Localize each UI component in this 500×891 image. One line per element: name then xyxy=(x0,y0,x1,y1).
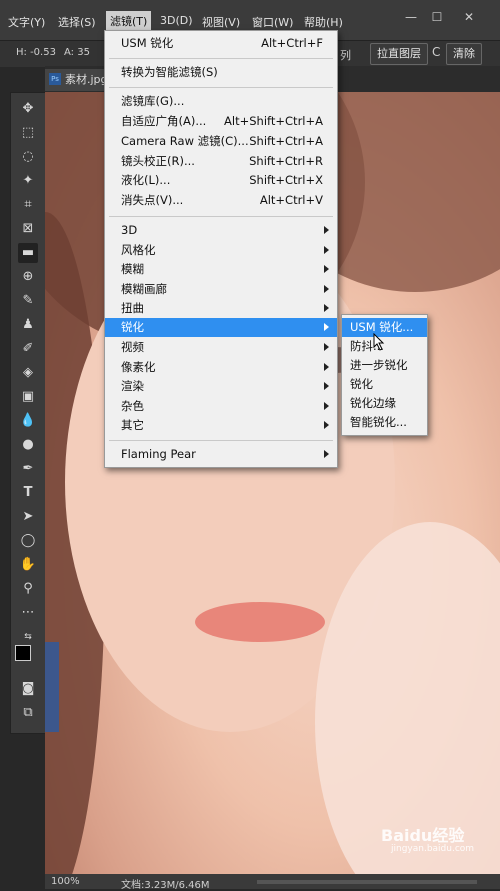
horizontal-scrollbar[interactable] xyxy=(257,880,477,884)
blur-tool-icon[interactable]: 💧 xyxy=(18,411,38,431)
menu-item-pixelate[interactable]: 像素化 xyxy=(105,358,337,377)
menu-item-liquify[interactable]: 液化(L)... Shift+Ctrl+X xyxy=(105,171,337,190)
path-select-icon[interactable]: ➤ xyxy=(18,507,38,527)
menu-item-stylize[interactable]: 风格化 xyxy=(105,241,337,260)
quick-mask-icon[interactable]: ◙ xyxy=(18,679,38,699)
submenu-arrow-icon xyxy=(324,402,329,410)
dodge-tool-icon[interactable]: ● xyxy=(18,435,38,455)
gradient-tool-icon[interactable]: ▣ xyxy=(18,387,38,407)
menu-help[interactable]: 帮助(H) xyxy=(304,14,343,30)
eraser-tool-icon[interactable]: ◈ xyxy=(18,363,38,383)
submenu-item-sharpen-more[interactable]: 进一步锐化 xyxy=(342,356,427,375)
zoom-level[interactable]: 100% xyxy=(51,876,80,887)
menu-item-3d[interactable]: 3D xyxy=(105,221,337,240)
menu-item-vanishing-point[interactable]: 消失点(V)... Alt+Ctrl+V xyxy=(105,191,337,210)
submenu-arrow-icon xyxy=(324,246,329,254)
h-value: H: -0.53 xyxy=(16,47,56,58)
submenu-arrow-icon xyxy=(324,421,329,429)
menu-item-camera-raw[interactable]: Camera Raw 滤镜(C)... Shift+Ctrl+A xyxy=(105,132,337,151)
stamp-tool-icon[interactable]: ♟ xyxy=(18,315,38,335)
history-brush-icon[interactable]: ✐ xyxy=(18,339,38,359)
menu-item-convert-smart-filter[interactable]: 转换为智能滤镜(S) xyxy=(105,63,337,82)
swap-colors-icon[interactable]: ⇆ xyxy=(18,627,38,647)
submenu-arrow-icon xyxy=(324,265,329,273)
hand-tool-icon[interactable]: ✋ xyxy=(18,555,38,575)
ellipse-tool-icon[interactable]: ◯ xyxy=(18,531,38,551)
foreground-color-swatch[interactable] xyxy=(15,645,31,661)
menu-3d[interactable]: 3D(D) xyxy=(160,14,193,27)
minimize-button[interactable]: — xyxy=(398,8,424,26)
menu-item-flaming-pear[interactable]: Flaming Pear xyxy=(105,445,337,464)
filter-menu: USM 锐化 Alt+Ctrl+F 转换为智能滤镜(S) 滤镜库(G)... 自适… xyxy=(104,30,338,468)
status-bar: 100% 文档:3.23M/6.46M xyxy=(45,874,500,891)
ruler-tool-icon[interactable]: ▬ xyxy=(18,243,38,263)
menu-divider xyxy=(109,87,333,88)
toolbox: ✥ ⬚ ◌ ✦ ⌗ ⊠ ▬ ⊕ ✎ ♟ ✐ ◈ ▣ 💧 ● ✒ T ➤ ◯ ✋ … xyxy=(10,92,46,734)
c-label: C xyxy=(432,45,441,59)
menu-divider xyxy=(109,58,333,59)
menu-view[interactable]: 视图(V) xyxy=(202,14,240,30)
zoom-tool-icon[interactable]: ⚲ xyxy=(18,579,38,599)
document-tab-name: 素材.jpg xyxy=(65,73,108,86)
menu-item-other[interactable]: 其它 xyxy=(105,416,337,435)
submenu-arrow-icon xyxy=(324,450,329,458)
menu-select[interactable]: 选择(S) xyxy=(58,14,96,30)
menu-item-distort[interactable]: 扭曲 xyxy=(105,299,337,318)
submenu-item-sharpen-edges[interactable]: 锐化边缘 xyxy=(342,394,427,413)
restore-button[interactable]: ☐ xyxy=(424,8,450,26)
col-suffix: 列 xyxy=(340,49,351,62)
submenu-arrow-icon xyxy=(324,226,329,234)
screen-mode-icon[interactable]: ⧉ xyxy=(18,703,38,723)
lasso-tool-icon[interactable]: ◌ xyxy=(18,147,38,167)
lips-shape xyxy=(195,602,325,642)
submenu-item-sharpen[interactable]: 锐化 xyxy=(342,375,427,394)
type-tool-icon[interactable]: T xyxy=(18,483,38,503)
patch-tool-icon[interactable]: ⊕ xyxy=(18,267,38,287)
menu-item-blur[interactable]: 模糊 xyxy=(105,260,337,279)
submenu-arrow-icon xyxy=(324,363,329,371)
menu-divider xyxy=(109,216,333,217)
a-value: A: 35 xyxy=(64,47,90,58)
marquee-tool-icon[interactable]: ⬚ xyxy=(18,123,38,143)
clear-button[interactable]: 清除 xyxy=(446,43,482,65)
submenu-item-smart-sharpen[interactable]: 智能锐化... xyxy=(342,413,427,432)
menu-item-filter-gallery[interactable]: 滤镜库(G)... xyxy=(105,92,337,111)
magic-wand-icon[interactable]: ✦ xyxy=(18,171,38,191)
menu-filter[interactable]: 滤镜(T) xyxy=(106,11,152,31)
brush-tool-icon[interactable]: ✎ xyxy=(18,291,38,311)
menu-item-blur-gallery[interactable]: 模糊画廊 xyxy=(105,280,337,299)
ps-file-icon: Ps xyxy=(49,73,61,85)
menu-text[interactable]: 文字(Y) xyxy=(8,14,45,30)
submenu-arrow-icon xyxy=(324,382,329,390)
close-button[interactable]: ✕ xyxy=(456,8,482,26)
menu-item-lens-correction[interactable]: 镜头校正(R)... Shift+Ctrl+R xyxy=(105,152,337,171)
submenu-arrow-icon xyxy=(324,323,329,331)
pen-tool-icon[interactable]: ✒ xyxy=(18,459,38,479)
watermark-url: jingyan.baidu.com xyxy=(391,844,475,854)
more-tools-icon[interactable]: ⋯ xyxy=(18,603,38,623)
straighten-layer-button[interactable]: 拉直图层 xyxy=(370,43,428,65)
menu-item-usm-sharpen-last[interactable]: USM 锐化 Alt+Ctrl+F xyxy=(105,34,337,53)
menu-window[interactable]: 窗口(W) xyxy=(252,14,293,30)
menu-divider xyxy=(109,440,333,441)
submenu-arrow-icon xyxy=(324,285,329,293)
menu-item-noise[interactable]: 杂色 xyxy=(105,397,337,416)
submenu-arrow-icon xyxy=(324,304,329,312)
menu-item-render[interactable]: 渲染 xyxy=(105,377,337,396)
menu-item-adaptive-wide-angle[interactable]: 自适应广角(A)... Alt+Shift+Ctrl+A xyxy=(105,112,337,131)
menu-item-sharpen[interactable]: 锐化 xyxy=(105,318,337,337)
frame-tool-icon[interactable]: ⊠ xyxy=(18,219,38,239)
earring-shape xyxy=(45,642,59,732)
watermark-logo: Baidu经验 xyxy=(381,826,465,845)
move-tool-icon[interactable]: ✥ xyxy=(18,99,38,119)
mouse-cursor-icon xyxy=(373,333,385,351)
crop-tool-icon[interactable]: ⌗ xyxy=(18,195,38,215)
submenu-arrow-icon xyxy=(324,343,329,351)
menu-item-video[interactable]: 视频 xyxy=(105,338,337,357)
